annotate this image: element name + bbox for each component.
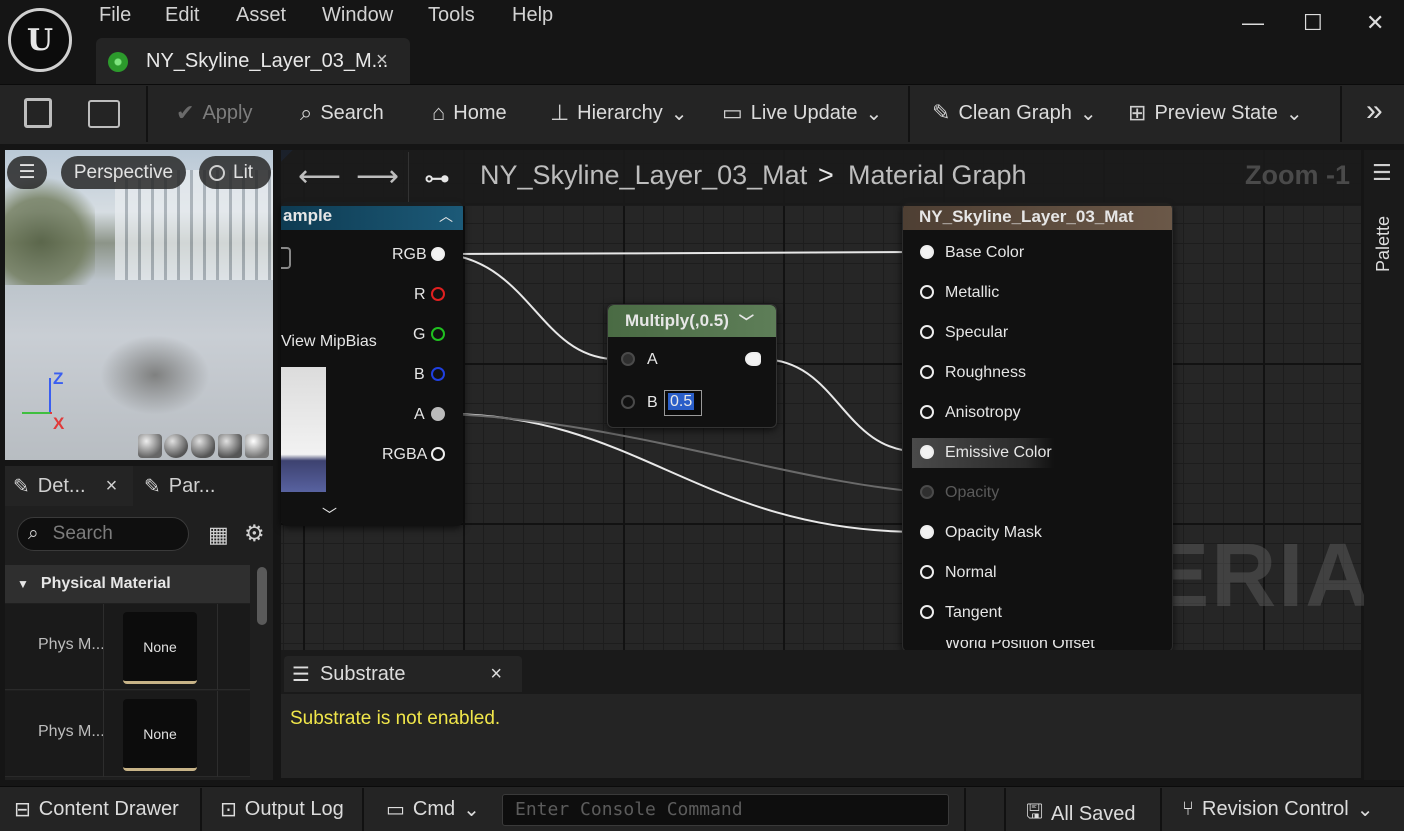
chevron-down-icon: ⌄ <box>1356 799 1374 821</box>
collapse-node-icon[interactable]: ︿ <box>439 206 453 226</box>
opacity-mask-label: Opacity Mask <box>945 524 1042 541</box>
a-pin-label: A <box>414 406 425 423</box>
multiply-output-pin[interactable] <box>745 352 761 366</box>
view-mipbias-label: View MipBias <box>281 333 377 350</box>
revision-control-button[interactable]: ⑂ Revision Control ⌄ <box>1182 797 1374 822</box>
specular-label: Specular <box>945 324 1009 341</box>
opacity-pin[interactable] <box>920 485 934 499</box>
content-drawer-button[interactable]: ⊟ Content Drawer <box>14 797 179 822</box>
multiply-input-a-label: A <box>647 351 658 368</box>
normal-label: Normal <box>945 564 997 581</box>
multiply-b-value-input[interactable]: 0.5 <box>664 390 702 416</box>
rgb-pin-label: RGB <box>392 246 427 263</box>
material-result-node[interactable]: NY_Skyline_Layer_03_Mat <box>902 202 1173 652</box>
rgba-pin-label: RGBA <box>382 446 428 463</box>
console-command-input[interactable]: Enter Console Command <box>502 794 949 826</box>
terminal-icon: ▭ <box>386 799 405 821</box>
multiply-input-a-pin[interactable] <box>621 352 635 366</box>
g-output-pin[interactable] <box>431 327 445 341</box>
emissive-color-pin[interactable] <box>920 445 934 459</box>
base-color-label: Base Color <box>945 244 1025 261</box>
save-icon: 🖫 <box>1026 801 1044 823</box>
world-position-offset-clip: World Position Offset <box>902 640 1173 650</box>
roughness-pin[interactable] <box>920 365 934 379</box>
multiply-input-b-pin[interactable] <box>621 395 635 409</box>
output-log-button[interactable]: ⊡ Output Log <box>220 797 344 822</box>
rgb-output-pin[interactable] <box>431 247 445 261</box>
uv-input-field[interactable] <box>281 247 291 269</box>
roughness-label: Roughness <box>945 364 1026 381</box>
a-output-pin[interactable] <box>431 407 445 421</box>
breadcrumb-asset[interactable]: NY_Skyline_Layer_03_Mat <box>480 160 807 191</box>
zoom-level: Zoom -1 <box>1245 160 1350 190</box>
b-output-pin[interactable] <box>431 367 445 381</box>
palette-list-icon[interactable]: ☰ <box>1372 160 1392 186</box>
substrate-message: Substrate is not enabled. <box>290 708 501 729</box>
breadcrumb-separator: > <box>818 160 834 190</box>
texture-thumbnail <box>281 367 326 492</box>
texture-node-header[interactable]: ample <box>281 202 463 230</box>
chevron-down-icon: ⌄ <box>463 799 480 821</box>
rgba-output-pin[interactable] <box>431 447 445 461</box>
all-saved-button[interactable]: 🖫 All Saved <box>1026 797 1136 831</box>
output-log-icon: ⊡ <box>220 799 237 821</box>
multiply-input-b-label: B <box>647 394 658 411</box>
b-pin-label: B <box>414 366 425 383</box>
anisotropy-label: Anisotropy <box>945 404 1021 421</box>
breadcrumb-graph[interactable]: Material Graph <box>848 160 1027 191</box>
opacity-mask-pin[interactable] <box>920 525 934 539</box>
metallic-label: Metallic <box>945 284 1000 301</box>
normal-pin[interactable] <box>920 565 934 579</box>
specular-pin[interactable] <box>920 325 934 339</box>
emissive-color-label: Emissive Color <box>945 444 1052 461</box>
world-position-offset-label: World Position Offset <box>945 640 1095 650</box>
g-pin-label: G <box>413 326 426 343</box>
branch-icon: ⑂ <box>1182 798 1194 820</box>
content-drawer-icon: ⊟ <box>14 799 31 821</box>
substrate-panel <box>281 694 1361 778</box>
chevron-down-icon[interactable]: ﹀ <box>739 311 754 332</box>
r-pin-label: R <box>414 286 426 303</box>
list-icon: ☰ <box>292 663 310 686</box>
back-arrow-icon[interactable]: ⟵ <box>298 159 341 194</box>
forward-arrow-icon[interactable]: ⟶ <box>356 159 399 194</box>
close-substrate-icon[interactable]: × <box>490 663 502 686</box>
cmd-dropdown[interactable]: ▭ Cmd ⌄ <box>386 797 480 822</box>
substrate-tab[interactable]: ☰ Substrate × <box>284 656 522 692</box>
metallic-pin[interactable] <box>920 285 934 299</box>
palette-tab[interactable]: Palette <box>1373 202 1394 272</box>
opacity-label: Opacity <box>945 484 1000 501</box>
anisotropy-pin[interactable] <box>920 405 934 419</box>
expand-node-chevron-icon[interactable]: ﹀ <box>322 504 337 525</box>
r-output-pin[interactable] <box>431 287 445 301</box>
tangent-pin[interactable] <box>920 605 934 619</box>
multiply-node-header[interactable]: Multiply(,0.5) ﹀ <box>608 305 776 337</box>
graph-header-divider <box>408 152 409 202</box>
result-node-header[interactable]: NY_Skyline_Layer_03_Mat <box>903 203 1172 230</box>
base-color-pin[interactable] <box>920 245 934 259</box>
graph-hierarchy-icon: ⊶ <box>424 163 450 193</box>
tangent-label: Tangent <box>945 604 1002 621</box>
